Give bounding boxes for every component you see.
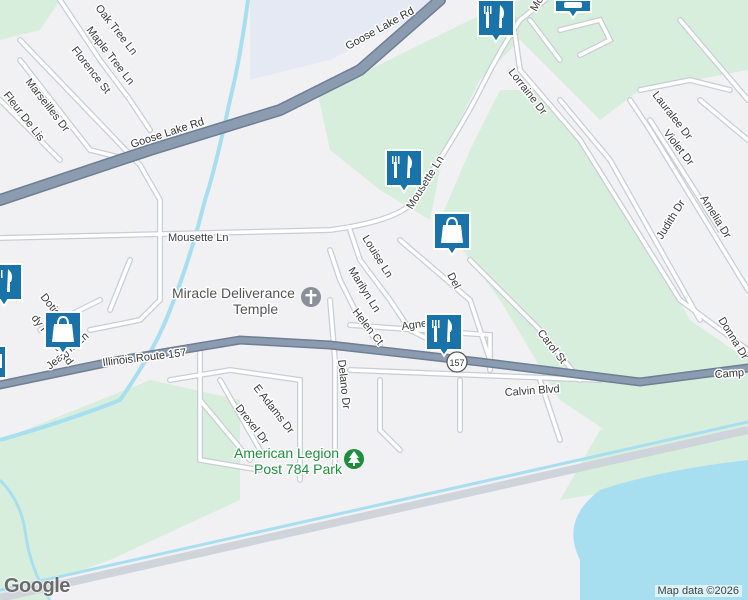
route-157-shield: 157 (446, 351, 468, 373)
store-marker-left[interactable] (0, 345, 7, 379)
restaurant-marker-route157[interactable] (425, 313, 463, 358)
route-shield-label: 157 (449, 358, 464, 368)
church-name-line1: Miracle Deliverance (172, 285, 295, 301)
restaurant-marker-west[interactable] (0, 263, 23, 308)
restaurant-marker-mousette[interactable] (385, 149, 423, 194)
store-icon (0, 354, 2, 368)
google-logo: Google (4, 575, 70, 597)
church-cross-icon[interactable] (301, 287, 321, 307)
shopping-marker-west[interactable] (44, 311, 82, 356)
restaurant-marker-top[interactable] (477, 0, 515, 44)
church-name-line2: Temple (233, 301, 278, 317)
street-label-camp: Camp (714, 367, 744, 381)
park-tree-icon[interactable] (344, 449, 364, 469)
store-icon (564, 2, 582, 8)
map-attribution[interactable]: Map data ©2026 (654, 585, 742, 597)
street-label-mousette-1: Mousette Ln (168, 232, 229, 244)
map-canvas[interactable]: 157 Oak Tree Ln Maple Tree Ln Florence S… (0, 0, 748, 600)
shopping-marker-east[interactable] (433, 212, 471, 257)
park-name-line1: American Legion (234, 445, 339, 461)
park-name-line2: Post 784 Park (254, 461, 343, 477)
